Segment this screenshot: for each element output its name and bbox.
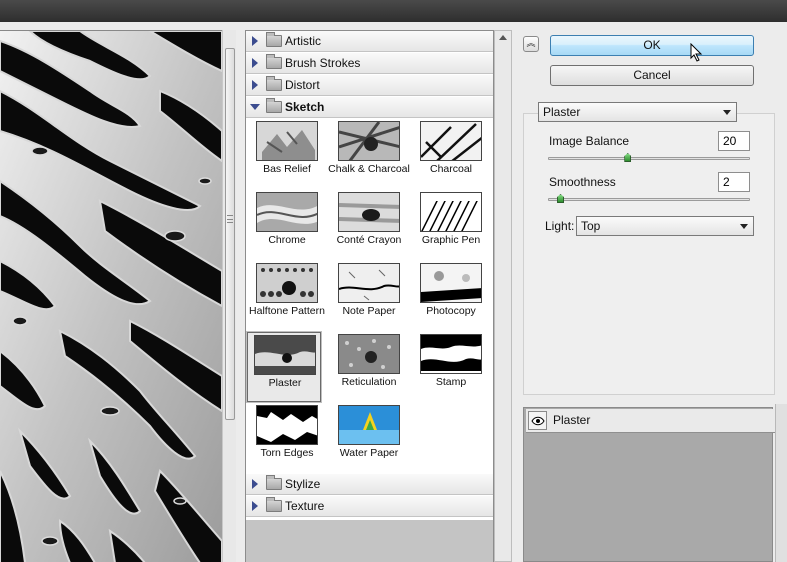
conte-crayon-thumbnail [338,192,400,232]
filter-label: Water Paper [339,447,399,459]
filter-label: Conté Crayon [336,234,402,246]
collapse-triangle-icon [250,104,260,110]
light-direction-value: Top [581,219,601,233]
preview-scrollbar[interactable] [222,30,236,562]
preview-scrollbar-thumb[interactable] [225,48,235,420]
folder-icon [266,475,282,490]
filter-label: Note Paper [342,305,396,317]
filter-bas-relief[interactable]: Bas Relief [250,119,324,189]
filter-label: Reticulation [341,376,397,388]
double-chevron-up-icon: ︽ [526,38,536,48]
cancel-button[interactable]: Cancel [550,65,754,86]
image-balance-slider[interactable] [548,157,750,160]
category-distort[interactable]: Distort [246,75,493,96]
grip-icon [227,215,233,223]
light-direction-dropdown[interactable]: Top [576,216,754,236]
halftone-pattern-thumbnail [256,263,318,303]
filter-chrome[interactable]: Chrome [250,190,324,260]
filter-list-empty-area [246,520,493,562]
scroll-up-arrow-icon[interactable] [499,35,507,40]
water-paper-thumbnail [338,405,400,445]
torn-edges-thumbnail [256,405,318,445]
image-balance-label: Image Balance [549,134,630,148]
category-artistic[interactable]: Artistic [246,31,493,52]
light-label: Light: [545,219,575,233]
eye-icon[interactable] [528,411,547,430]
window-titlebar [0,0,787,22]
filter-conte-crayon[interactable]: Conté Crayon [332,190,406,260]
smoothness-input[interactable]: 2 [718,172,750,192]
filter-label: Chalk & Charcoal [328,163,410,175]
note-paper-thumbnail [338,263,400,303]
category-label: Stylize [285,477,321,491]
filter-photocopy[interactable]: Photocopy [414,261,488,331]
folder-icon [266,54,282,69]
filter-label: Halftone Pattern [249,305,325,317]
filter-reticulation[interactable]: Reticulation [332,332,406,402]
category-stylize[interactable]: Stylize [246,474,493,495]
expand-triangle-icon [252,501,258,511]
filter-note-paper[interactable]: Note Paper [332,261,406,331]
filter-label: Stamp [435,376,467,388]
collapse-gallery-button[interactable]: ︽ [523,36,539,52]
filter-preview-canvas[interactable] [0,30,222,562]
ok-button[interactable]: OK [550,35,754,56]
filter-label: Plaster [268,377,302,389]
reticulation-thumbnail [338,334,400,374]
folder-icon [266,76,282,91]
graphic-pen-thumbnail [420,192,482,232]
expand-triangle-icon [252,479,258,489]
filter-halftone-pattern[interactable]: Halftone Pattern [249,261,325,331]
bas-relief-thumbnail [256,121,318,161]
charcoal-thumbnail [420,121,482,161]
expand-triangle-icon [252,58,258,68]
filter-plaster[interactable]: Plaster [246,331,322,403]
filter-settings-panel [523,113,775,395]
dropdown-arrow-icon [740,224,748,229]
filter-select-value: Plaster [543,105,581,119]
plaster-thumbnail [254,335,316,375]
category-label: Distort [285,78,320,92]
layers-scrollbar[interactable] [775,404,787,562]
chrome-thumbnail [256,192,318,232]
effect-layer-row[interactable]: Plaster [526,409,783,433]
filter-label: Bas Relief [263,163,311,175]
filter-label: Photocopy [426,305,476,317]
category-texture[interactable]: Texture [246,496,493,517]
dropdown-arrow-icon [723,110,731,115]
filter-torn-edges[interactable]: Torn Edges [250,403,324,473]
filter-water-paper[interactable]: Water Paper [332,403,406,473]
filter-label: Torn Edges [260,447,314,459]
smoothness-slider[interactable] [548,198,750,201]
folder-icon [266,497,282,512]
filter-label: Chrome [268,234,306,246]
category-sketch[interactable]: Sketch [246,97,493,118]
plaster-preview-image [0,31,222,562]
filter-charcoal[interactable]: Charcoal [414,119,488,189]
stamp-thumbnail [420,334,482,374]
category-label: Artistic [285,34,321,48]
chalk-charcoal-thumbnail [338,121,400,161]
expand-triangle-icon [252,80,258,90]
filter-graphic-pen[interactable]: Graphic Pen [414,190,488,260]
category-label: Sketch [285,100,325,114]
filter-label: Charcoal [429,163,473,175]
image-balance-input[interactable]: 20 [718,131,750,151]
folder-icon [266,32,282,47]
filter-select-dropdown[interactable]: Plaster [538,102,737,122]
category-label: Texture [285,499,325,513]
filter-label: Graphic Pen [421,234,481,246]
expand-triangle-icon [252,36,258,46]
mouse-cursor-icon [690,43,703,62]
category-label: Brush Strokes [285,56,361,70]
category-brush-strokes[interactable]: Brush Strokes [246,53,493,74]
photocopy-thumbnail [420,263,482,303]
folder-open-icon [266,98,282,113]
filter-list-scrollbar[interactable] [494,30,512,562]
filter-chalk-charcoal[interactable]: Chalk & Charcoal [328,119,410,189]
filter-stamp[interactable]: Stamp [414,332,488,402]
smoothness-label: Smoothness [549,175,616,189]
effect-layer-name: Plaster [553,413,591,427]
